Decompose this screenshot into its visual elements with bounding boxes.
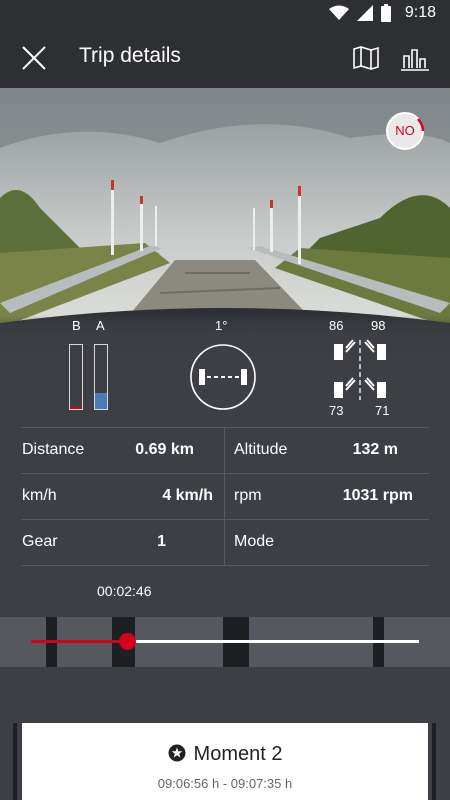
timeline-handle[interactable]: [119, 633, 136, 650]
road-scene-image: [0, 88, 450, 338]
stats-row-gear: Gear 1 Mode: [21, 519, 429, 566]
statistics-button[interactable]: [400, 44, 430, 72]
stats-row-speed: km/h 4 km/h rpm 1031 rpm: [21, 473, 429, 519]
status-icons: 9:18: [328, 4, 436, 22]
bar-b-fill: [70, 407, 82, 409]
status-bar: 9:18: [0, 0, 450, 28]
column-divider: [224, 428, 225, 473]
timeline-progress: [31, 640, 128, 643]
app-bar: Trip details: [0, 28, 450, 88]
bar-chart-icon: [401, 49, 429, 71]
drive-mode-label: NO: [395, 123, 415, 138]
moment-time-range: 09:06:56 h - 09:07:35 h: [157, 776, 293, 791]
bar-a-label: A: [96, 318, 105, 333]
map-button[interactable]: [352, 46, 380, 70]
bar-a-fill: [95, 393, 107, 409]
tire-rear-right-value: 71: [375, 403, 390, 418]
altitude-value: 132 m: [352, 441, 398, 458]
close-icon: [22, 46, 46, 70]
tire-front-left-value: 86: [329, 318, 344, 333]
column-divider: [224, 520, 225, 565]
tire-front-right-value: 98: [371, 318, 386, 333]
gear-label: Gear: [22, 533, 58, 550]
bar-b-label: B: [72, 318, 81, 333]
stats-row-distance: Distance 0.69 km Altitude 132 m: [21, 427, 429, 473]
drive-mode-badge: NO: [385, 111, 425, 151]
star-circle-icon: [168, 744, 186, 762]
gear-value: 1: [157, 533, 166, 550]
bar-b-gauge: [69, 344, 83, 410]
column-divider: [224, 474, 225, 519]
speed-value: 4 km/h: [162, 487, 213, 504]
axle-tilt-icon: [190, 344, 256, 410]
card-edge-left: [13, 723, 17, 800]
signal-icon: [356, 5, 373, 21]
speed-label: km/h: [22, 487, 57, 504]
page-title: Trip details: [79, 44, 181, 67]
tilt-value: 1°: [215, 318, 228, 333]
rpm-label: rpm: [234, 487, 262, 504]
moment-card[interactable]: Moment 2 09:06:56 h - 09:07:35 h: [22, 723, 428, 800]
timeline-scrubber[interactable]: [0, 617, 450, 667]
distance-label: Distance: [22, 441, 85, 458]
status-time: 9:18: [404, 4, 436, 21]
moment-title: Moment 2: [193, 743, 283, 765]
close-button[interactable]: [20, 44, 48, 72]
distance-value: 0.69 km: [135, 441, 194, 458]
camera-image: [0, 88, 450, 338]
moment-title-row: Moment 2: [22, 743, 428, 766]
wifi-icon: [328, 5, 349, 20]
altitude-label: Altitude: [234, 441, 288, 458]
timeline-track: [128, 640, 419, 643]
elapsed-time: 00:02:46: [97, 583, 152, 599]
stats-grid: Distance 0.69 km Altitude 132 m km/h 4 k…: [21, 427, 429, 566]
tire-rear-left-value: 73: [329, 403, 344, 418]
rpm-value: 1031 rpm: [342, 487, 413, 504]
card-edge-right: [432, 723, 436, 800]
mode-label: Mode: [234, 533, 275, 550]
map-icon: [353, 46, 379, 70]
battery-icon: [380, 4, 391, 22]
wheels-icon: [334, 339, 386, 400]
bar-a-gauge: [94, 344, 108, 410]
